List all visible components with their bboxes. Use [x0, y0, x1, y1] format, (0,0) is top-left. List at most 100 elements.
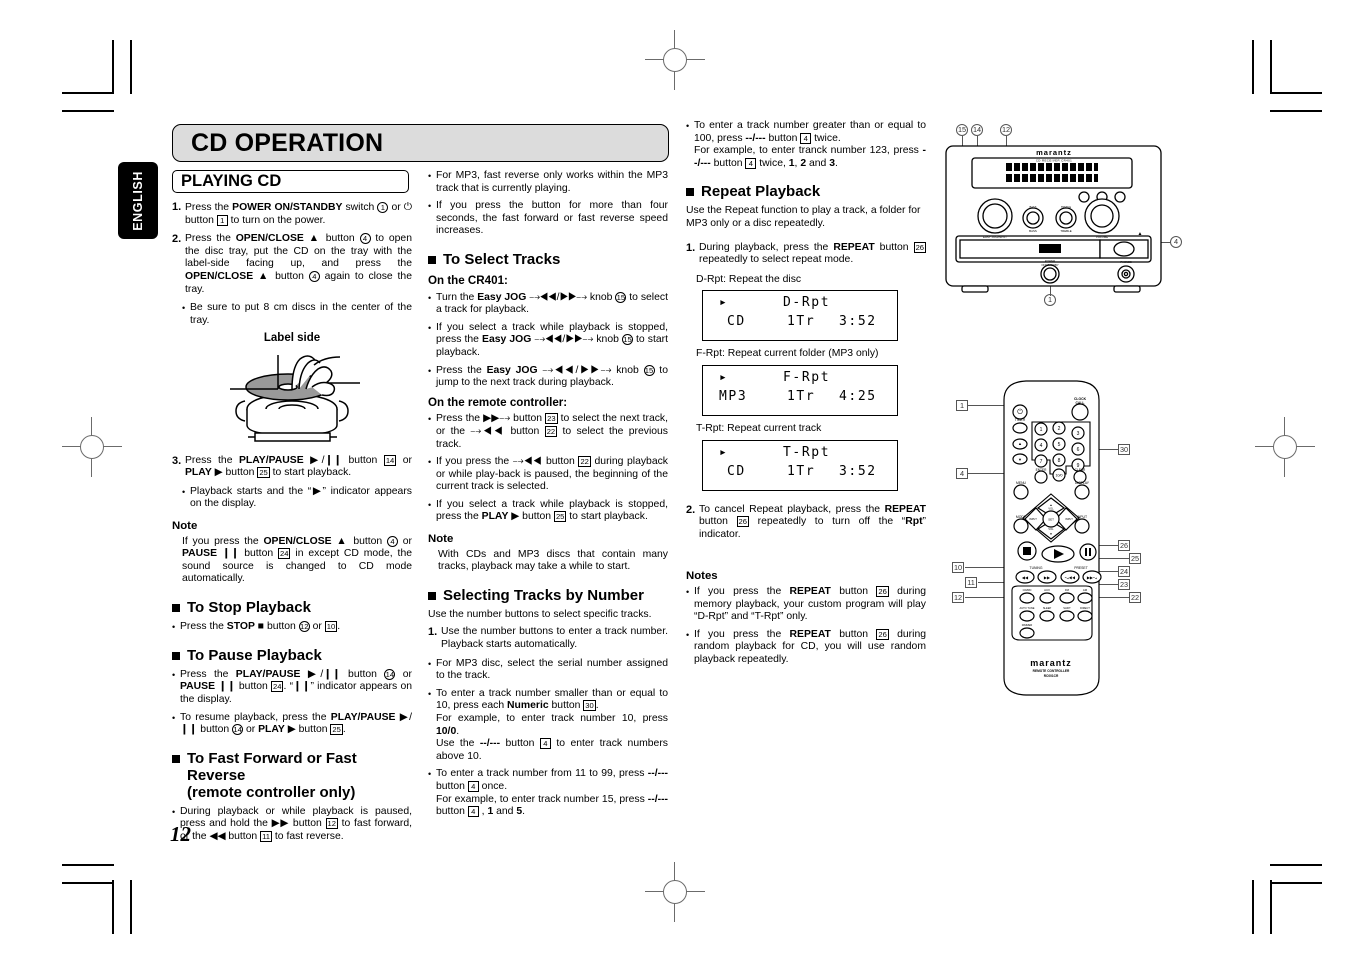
page-number: 12 — [170, 822, 191, 846]
remote-bullet-1-text: Press the ▶▶⤍ button 23 to select the ne… — [436, 413, 669, 450]
cr401-bullet-3-text: Press the Easy JOG ⤍◀◀/▶▶⤍ knob 15 to ju… — [436, 364, 668, 389]
remote-callout-12: 12 — [952, 592, 965, 603]
lcd-source-0: CD — [727, 314, 746, 330]
chapter-title-text: CD OPERATION — [191, 128, 384, 157]
remote-callout-25: 25 — [1129, 553, 1142, 564]
step-2-bullet-text: Be sure to put 8 cm discs in the center … — [190, 302, 412, 326]
remote-callout-10: 10 — [952, 562, 965, 573]
bullet-dot: • — [428, 292, 432, 303]
col2-bullet-1: • For MP3, fast reverse only works withi… — [428, 170, 668, 195]
svg-text:▶▶⤍: ▶▶⤍ — [1087, 575, 1098, 580]
repeat-step-1-number: 1. — [686, 241, 696, 254]
bullet-dot: • — [172, 621, 176, 632]
select-by-number-bullet-1: • For MP3 disc, select the serial number… — [428, 658, 668, 683]
svg-text:RC001CR: RC001CR — [1044, 674, 1059, 678]
heading-to-pause-playback: To Pause Playback — [172, 647, 412, 664]
svg-text:MODE: MODE — [1016, 515, 1027, 519]
repeat-note-2-text: If you press the REPEAT button 26 during… — [694, 628, 926, 665]
square-bullet-icon — [428, 255, 436, 264]
lcd-display-t-rpt: ▸ T-Rpt CD 1Tr 3:52 — [702, 439, 898, 491]
step-1: 1. Press the POWER ON/STANDBY switch 1 o… — [172, 201, 412, 227]
svg-text:1: 1 — [1040, 427, 1043, 433]
bullet-dot: • — [428, 201, 432, 212]
cr401-bullet-1-text: Turn the Easy JOG ⤍◀◀/▶▶⤍ knob 15 to sel… — [436, 291, 668, 316]
svg-text:CD/RD: CD/RD — [1023, 588, 1032, 592]
repeat-step-2-number: 2. — [686, 503, 696, 516]
select-by-number-bullet-2-text: To enter a track number smaller than or … — [436, 687, 668, 762]
step-1-text: Press the POWER ON/STANDBY switch 1 or ⏻… — [185, 201, 412, 226]
remote-bullet-1: • Press the ▶▶⤍ button 23 to select the … — [428, 413, 668, 451]
remote-controller-drawing: ⏻ CLOCK CALL TIMER ▲ ▼ 1 23 4 56 7 89 10/0 … — [1003, 380, 1102, 696]
repeat-mode-2-label: T-Rpt: Repeat current track — [696, 422, 822, 434]
registration-mark-top — [645, 30, 705, 90]
svg-text:◀◀: ◀◀ — [1022, 575, 1029, 580]
lcd-source-1: MP3 — [719, 388, 748, 404]
svg-text:▲: ▲ — [1138, 231, 1143, 237]
note-heading: Note — [172, 519, 198, 532]
square-bullet-icon — [428, 591, 436, 600]
heading-repeat-playback: Repeat Playback — [686, 183, 926, 200]
repeat-note-1: • If you press the REPEAT button 26 duri… — [686, 585, 926, 624]
svg-text:▶▶: ▶▶ — [1044, 575, 1051, 580]
cr401-bullet-2: • If you select a track while playback i… — [428, 322, 668, 360]
select-by-number-bullet-4-text: To enter a track number greater than or … — [694, 120, 926, 169]
col2-bullet-2-text: If you press the button for more than fo… — [436, 200, 668, 237]
svg-text:marantz: marantz — [1036, 148, 1072, 157]
svg-text:TIMER: TIMER — [1015, 418, 1026, 422]
svg-text:⏻: ⏻ — [1017, 408, 1023, 416]
repeat-step-1-text: During playback, press the REPEAT button… — [699, 241, 927, 266]
select-by-number-bullet-3-text: To enter a track number from 11 to 99, p… — [436, 768, 668, 818]
svg-text:⤍◀◀: ⤍◀◀ — [1065, 575, 1076, 580]
ff-rev-bullet: • During playback or while playback is p… — [172, 806, 412, 844]
bullet-dot: • — [428, 658, 432, 669]
square-bullet-icon — [172, 603, 180, 612]
stop-bullet-text: Press the STOP ■ button 12 or 10. — [180, 620, 341, 632]
square-bullet-icon — [686, 188, 694, 197]
svg-text:VOLUME: VOLUME — [1096, 235, 1108, 239]
svg-text:VOL: VOL — [1048, 507, 1054, 511]
heading-to-select-tracks-text: To Select Tracks — [443, 250, 561, 268]
remote-callout-1: 1 — [956, 400, 968, 411]
svg-text:AUTO TUNE: AUTO TUNE — [1020, 606, 1035, 610]
remote-callout-24: 24 — [1118, 566, 1131, 577]
bullet-dot: • — [428, 688, 432, 699]
lcd-time-2: 3:52 — [839, 463, 877, 479]
bullet-dot: • — [428, 499, 432, 510]
step-3-text: Press the PLAY/PAUSE ▶/❙❙ button 14 or P… — [185, 454, 412, 479]
callout-14: 14 — [971, 124, 983, 136]
svg-text:7: 7 — [1040, 459, 1043, 465]
cd-tray-drawing — [229, 354, 360, 442]
cd-receiver-drawing: marantz CD RECEIVER CR401 EASY JOG/INPUT… — [945, 145, 1162, 293]
col2-bullet-1-text: For MP3, fast reverse only works within … — [436, 170, 668, 194]
step-2-text: Press the OPEN/CLOSE ▲ button 4 to open … — [185, 233, 412, 295]
remote-callout-11: 11 — [965, 577, 977, 588]
section-heading-playing-cd: PLAYING CD — [172, 170, 409, 193]
svg-text:SLEEP: SLEEP — [1043, 606, 1052, 610]
svg-text:▼: ▼ — [1018, 457, 1022, 462]
cr401-bullet-3: • Press the Easy JOG ⤍◀◀/▶▶⤍ knob 15 to … — [428, 364, 668, 390]
select-by-number-step-1: 1. Use the number buttons to enter a tra… — [428, 626, 668, 651]
svg-text:EASY JOG/INPUT: EASY JOG/INPUT — [983, 235, 1007, 239]
pause-bullet-2: • To resume playback, press the PLAY/PAU… — [172, 712, 412, 737]
step-2-number: 2. — [172, 233, 182, 246]
svg-text:▲: ▲ — [1018, 441, 1022, 446]
remote-bullet-3-text: If you select a track while playback is … — [436, 498, 668, 523]
svg-text:AUX: AUX — [1044, 588, 1050, 592]
step-1-number: 1. — [172, 201, 182, 213]
step-3-bullet-text: Playback starts and the “▶” indicator ap… — [190, 485, 412, 510]
svg-text:3: 3 — [1077, 431, 1080, 437]
repeat-mode-0-label: D-Rpt: Repeat the disc — [696, 273, 802, 285]
bullet-dot: • — [428, 171, 432, 181]
step-3-bullet: • Playback starts and the “▶” indicator … — [182, 486, 412, 511]
svg-text:8: 8 — [1058, 458, 1061, 464]
pause-bullet-1: • Press the PLAY/PAUSE ▶/❙❙ button 14 or… — [172, 668, 412, 707]
select-by-number-bullet-3: • To enter a track number from 11 to 99,… — [428, 768, 668, 818]
select-by-number-bullet-1-text: For MP3 disc, select the serial number a… — [436, 657, 668, 682]
bullet-dot: • — [428, 769, 432, 780]
lcd-mode-2: T-Rpt — [783, 444, 831, 460]
svg-text:marantz: marantz — [1030, 658, 1072, 668]
lcd-display-f-rpt: ▸ F-Rpt MP3 1Tr 4:25 — [702, 364, 898, 416]
select-tracks-note-text: With CDs and MP3 discs that contain many… — [438, 548, 668, 573]
svg-text:BASS: BASS — [1030, 205, 1037, 209]
svg-text:5: 5 — [1058, 442, 1061, 448]
